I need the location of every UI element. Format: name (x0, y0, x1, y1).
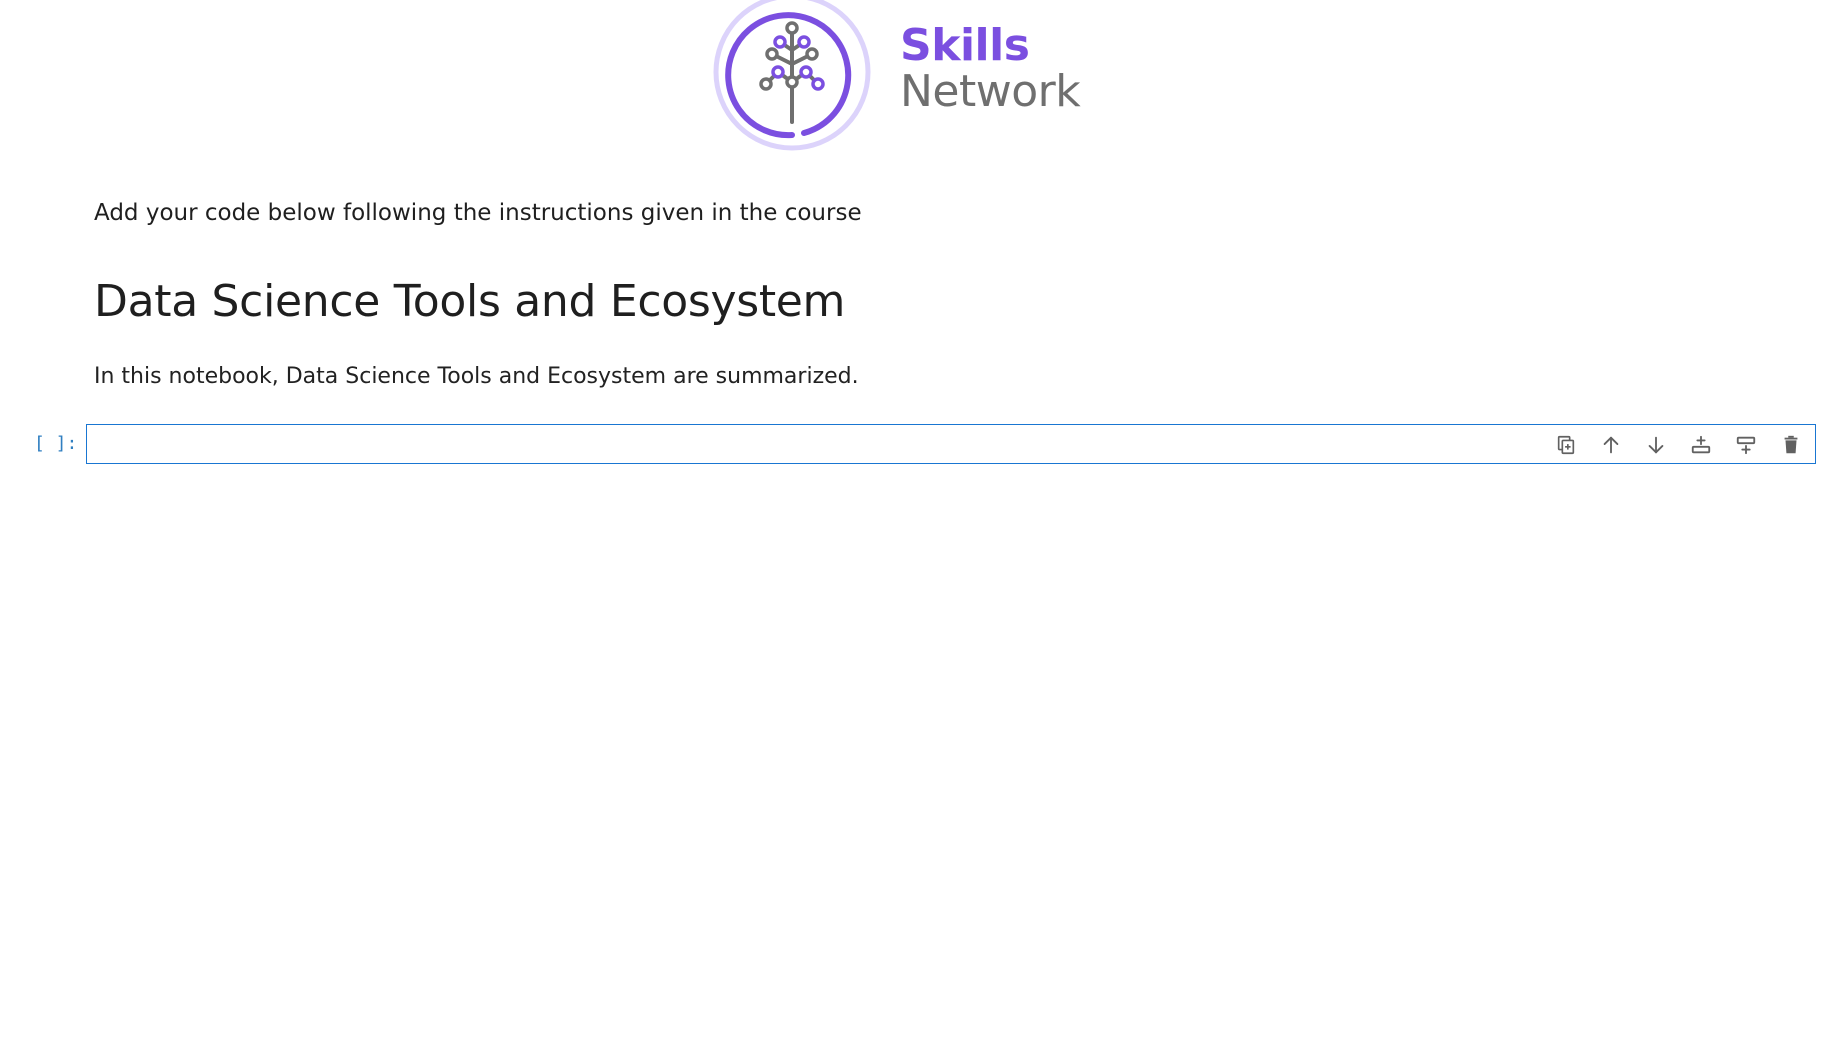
move-up-button[interactable] (1595, 432, 1627, 458)
code-cell-editor[interactable] (86, 424, 1816, 464)
duplicate-icon (1557, 435, 1575, 455)
logo-text-network: Network (900, 66, 1081, 117)
markdown-summary: In this notebook, Data Science Tools and… (94, 364, 859, 389)
insert-below-icon (1691, 435, 1711, 454)
skills-network-logo: Skills Network (712, 0, 1092, 155)
insert-above-button[interactable] (1730, 432, 1762, 458)
notebook-page: Skills Network Add your code below follo… (0, 0, 1822, 1051)
delete-cell-button[interactable] (1775, 432, 1807, 458)
move-down-button[interactable] (1640, 432, 1672, 458)
insert-above-icon (1736, 436, 1756, 455)
insert-below-button[interactable] (1685, 432, 1717, 458)
logo-text: Skills Network (900, 20, 1081, 117)
markdown-heading: Data Science Tools and Ecosystem (94, 276, 846, 327)
cell-input-prompt: [ ]: (34, 433, 78, 454)
arrow-up-icon (1603, 436, 1619, 454)
logo-text-skills: Skills (900, 20, 1030, 71)
cell-toolbar (1550, 432, 1807, 458)
trash-icon (1784, 435, 1798, 454)
arrow-down-icon (1648, 436, 1664, 454)
skills-network-logo-icon (713, 0, 871, 151)
markdown-instructions: Add your code below following the instru… (94, 200, 862, 226)
duplicate-cell-button[interactable] (1550, 432, 1582, 458)
